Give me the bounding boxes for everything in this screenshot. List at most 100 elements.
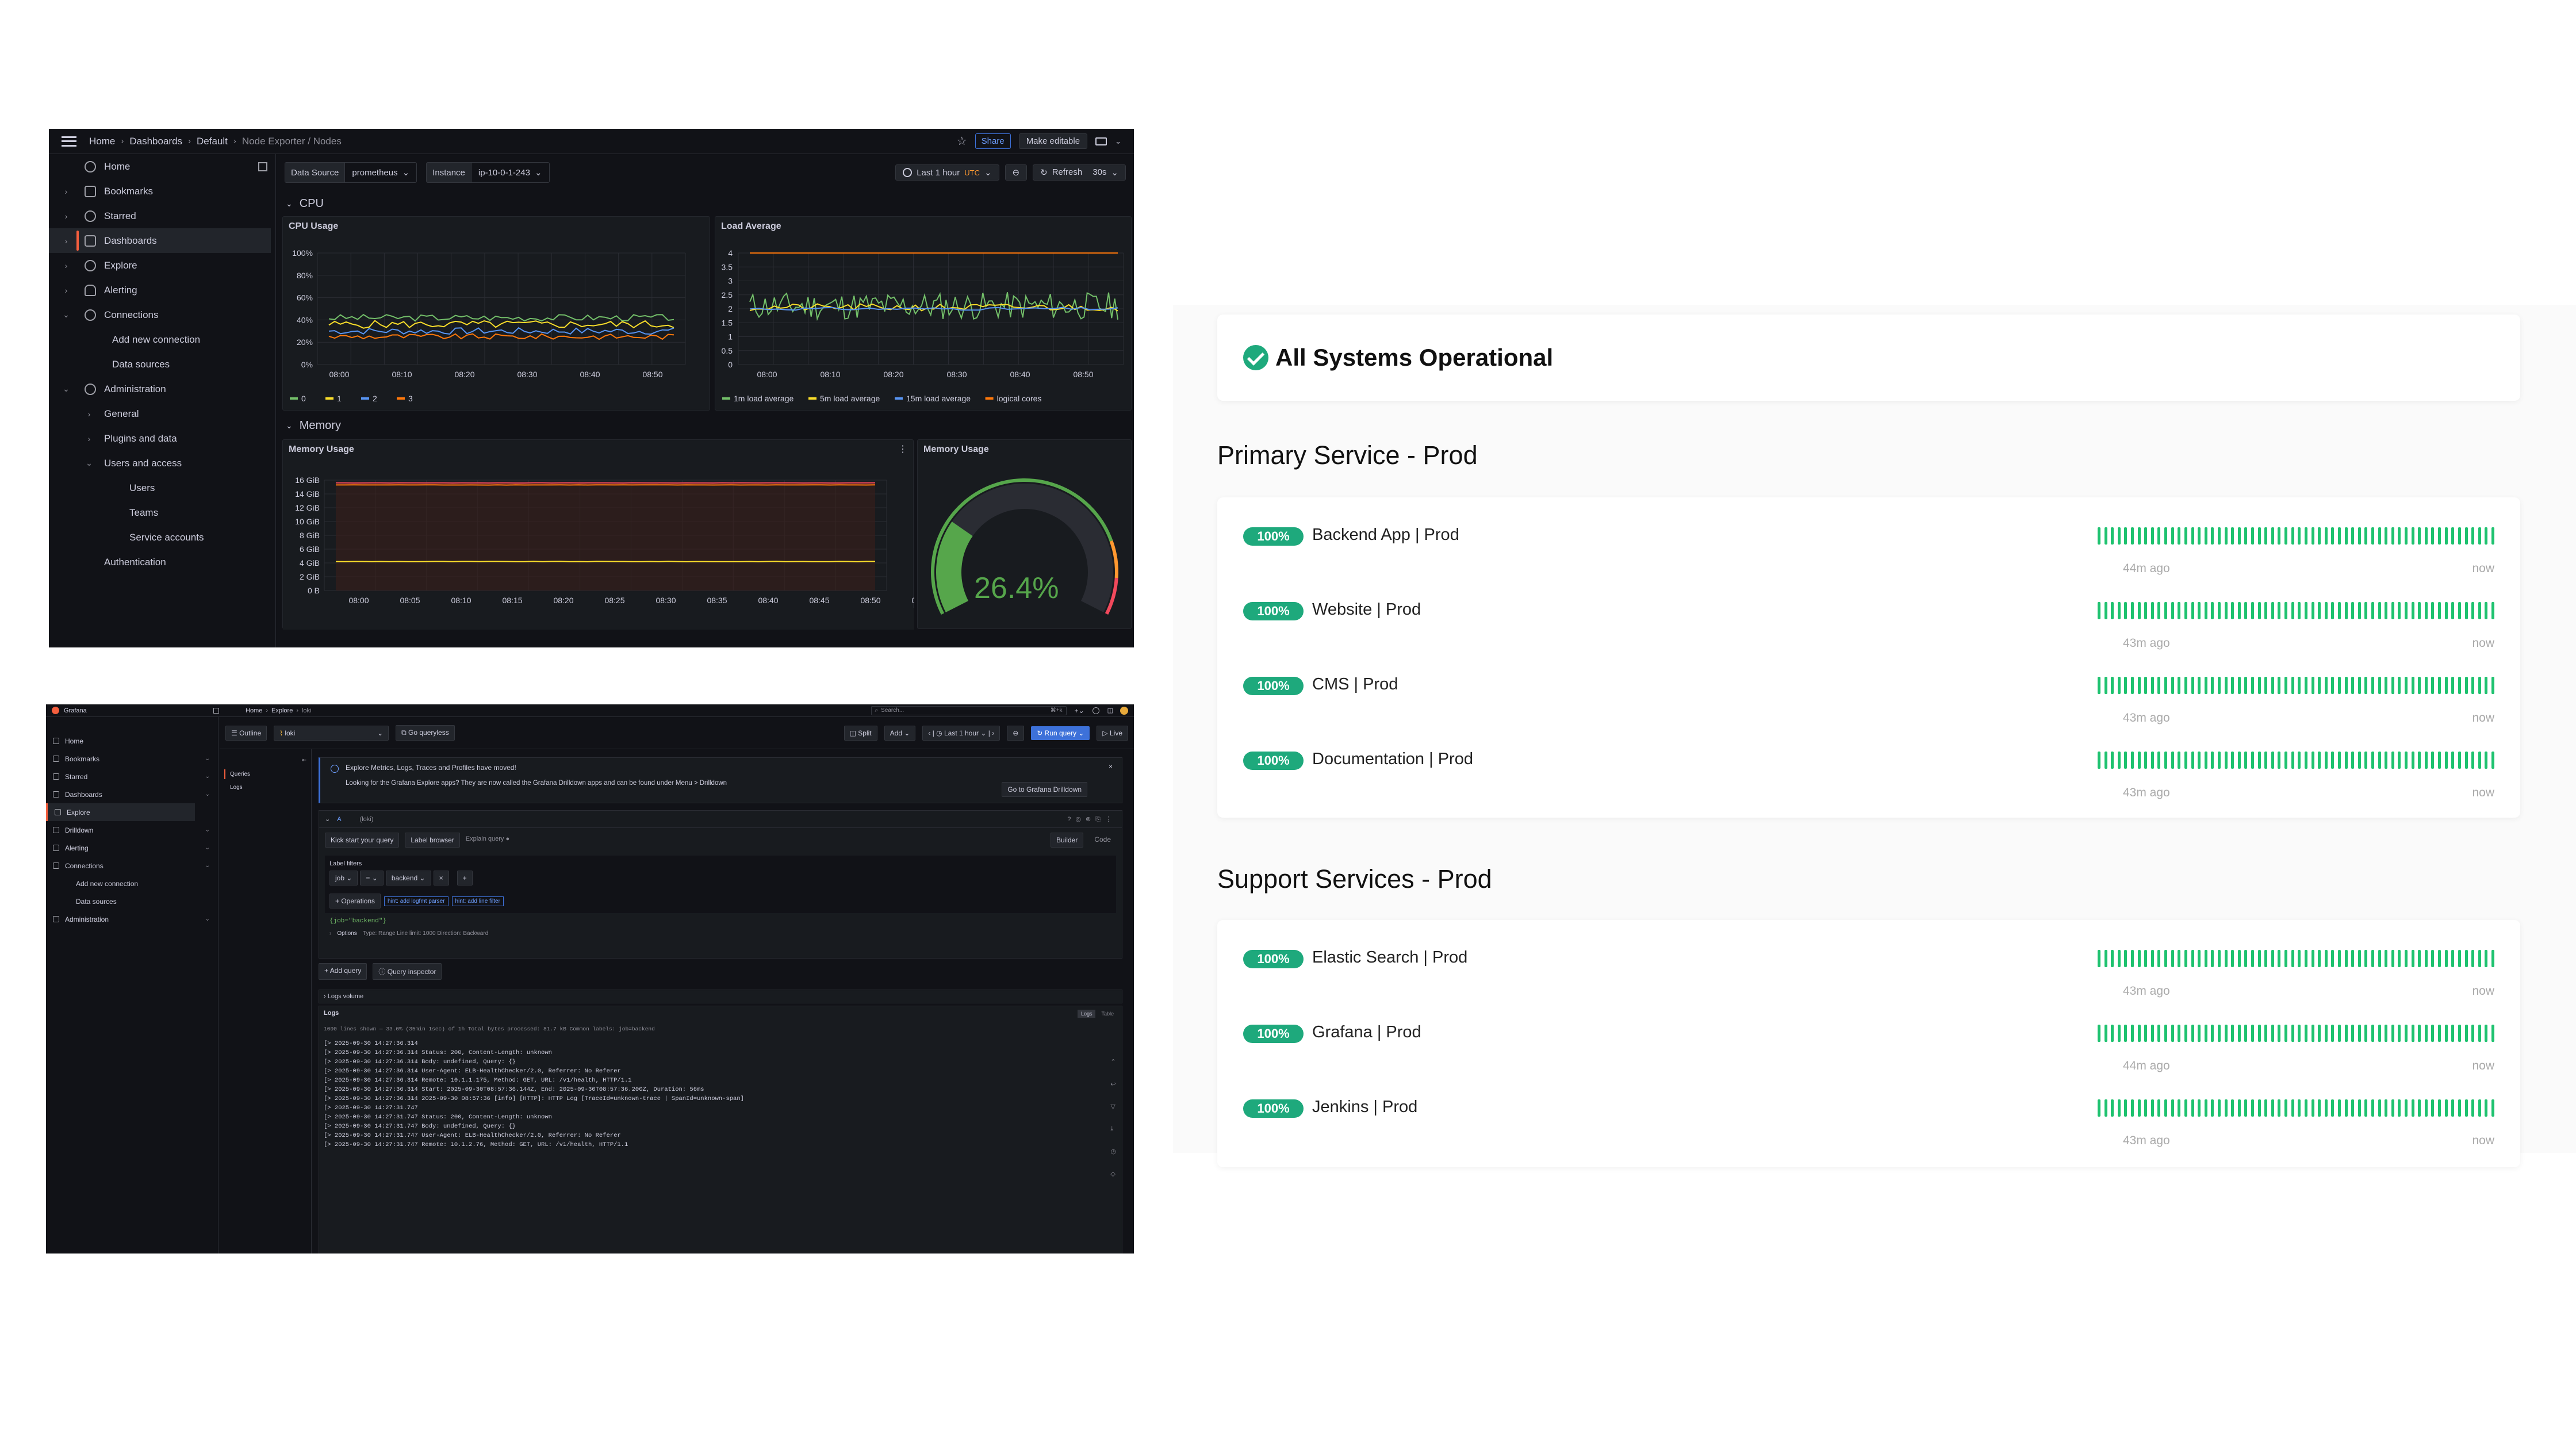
dock-menu-icon[interactable] (258, 162, 267, 171)
table-tab[interactable]: Table (1098, 1010, 1117, 1018)
uptime-bar[interactable] (2438, 752, 2441, 769)
uptime-bar[interactable] (2351, 1099, 2355, 1117)
uptime-bar[interactable] (2358, 602, 2361, 619)
uptime-bar[interactable] (2131, 1025, 2134, 1042)
uptime-bar[interactable] (2431, 1099, 2435, 1117)
go-queryless-button[interactable]: ⧉ Go queryless (396, 725, 455, 741)
uptime-bar[interactable] (2257, 752, 2261, 769)
sidebar-item-explore[interactable]: Explore (46, 803, 195, 821)
zoom-out-button[interactable]: ⊖ (1005, 164, 1028, 181)
uptime-bar[interactable] (2464, 752, 2468, 769)
query-actions[interactable]: ?◎⊚⎘⋮ (1067, 815, 1116, 823)
uptime-bar[interactable] (2424, 752, 2428, 769)
uptime-bar[interactable] (2264, 1099, 2268, 1117)
run-query-button[interactable]: ↻ Run query ⌄ (1031, 726, 1090, 740)
log-line[interactable]: [> 2025-09-30 14:27:36.314 2025-09-30 08… (324, 1095, 1117, 1105)
uptime-bar[interactable] (2117, 1099, 2121, 1117)
uptime-bar[interactable] (2251, 1099, 2255, 1117)
uptime-bar[interactable] (2444, 950, 2448, 967)
log-line[interactable]: [> 2025-09-30 14:27:31.747 User-Agent: E… (324, 1132, 1117, 1141)
uptime-bar[interactable] (2157, 527, 2161, 545)
uptime-bar[interactable] (2344, 527, 2348, 545)
sidebar-item-explore[interactable]: › Explore (49, 253, 275, 278)
uptime-bar[interactable] (2491, 527, 2494, 545)
uptime-bar[interactable] (2204, 752, 2207, 769)
uptime-bar[interactable] (2304, 677, 2307, 694)
uptime-bar[interactable] (2150, 527, 2154, 545)
log-line[interactable]: [> 2025-09-30 14:27:36.314 Status: 200, … (324, 1049, 1117, 1059)
uptime-bar[interactable] (2358, 950, 2361, 967)
uptime-bar[interactable] (2211, 1025, 2214, 1042)
uptime-bar[interactable] (2204, 1099, 2207, 1117)
live-button[interactable]: ▷ Live (1097, 725, 1128, 741)
uptime-bar[interactable] (2298, 752, 2301, 769)
uptime-bar[interactable] (2117, 950, 2121, 967)
uptime-bar[interactable] (2485, 1099, 2488, 1117)
uptime-bar[interactable] (2344, 950, 2348, 967)
uptime-bar[interactable] (2398, 527, 2401, 545)
uptime-bar[interactable] (2178, 1025, 2181, 1042)
uptime-bar[interactable] (2164, 752, 2168, 769)
row-cpu[interactable]: ⌄ CPU (277, 191, 1134, 216)
uptime-bar[interactable] (2204, 950, 2207, 967)
sidebar-item-add-new-connection[interactable]: Add new connection (46, 875, 218, 892)
logs-tab[interactable]: Logs (1077, 1010, 1096, 1018)
uptime-bar[interactable] (2491, 1099, 2494, 1117)
collapse-query-icon[interactable]: ⌄ (325, 815, 330, 823)
uptime-bar[interactable] (2231, 527, 2234, 545)
uptime-bar[interactable] (2471, 527, 2475, 545)
uptime-bar[interactable] (2198, 677, 2201, 694)
uptime-bar[interactable] (2424, 1025, 2428, 1042)
uptime-bar[interactable] (2324, 677, 2328, 694)
uptime-bar[interactable] (2491, 602, 2494, 619)
uptime-bar[interactable] (2331, 1025, 2334, 1042)
value-select[interactable]: backend ⌄ (385, 871, 431, 885)
uptime-bar[interactable] (2458, 527, 2461, 545)
uptime-bar[interactable] (2351, 1025, 2355, 1042)
uptime-bar[interactable] (2198, 1025, 2201, 1042)
uptime-bar[interactable] (2144, 677, 2148, 694)
uptime-bar[interactable] (2117, 602, 2121, 619)
uptime-bar[interactable] (2318, 1025, 2321, 1042)
uptime-bar[interactable] (2144, 602, 2148, 619)
uptime-bar[interactable] (2231, 677, 2234, 694)
make-editable-button[interactable]: Make editable (1018, 133, 1088, 149)
uptime-bar[interactable] (2157, 677, 2161, 694)
uptime-bar[interactable] (2364, 950, 2368, 967)
sidebar-item-alerting[interactable]: › Alerting (49, 278, 275, 302)
logs-volume-header[interactable]: › Logs volume (319, 990, 1122, 1003)
uptime-bar[interactable] (2491, 752, 2494, 769)
uptime-bar[interactable] (2491, 950, 2494, 967)
uptime-bar[interactable] (2144, 527, 2148, 545)
uptime-bar[interactable] (2418, 1025, 2421, 1042)
log-line[interactable]: [> 2025-09-30 14:27:36.314 Body: undefin… (324, 1059, 1117, 1068)
uptime-bar[interactable] (2251, 602, 2255, 619)
uptime-bar[interactable] (2124, 950, 2128, 967)
uptime-bar[interactable] (2364, 602, 2368, 619)
uptime-bar[interactable] (2211, 950, 2214, 967)
uptime-bar[interactable] (2337, 677, 2341, 694)
uptime-bar[interactable] (2444, 527, 2448, 545)
close-icon[interactable]: × (1109, 762, 1113, 770)
uptime-bar[interactable] (2251, 752, 2255, 769)
uptime-bar[interactable] (2358, 1025, 2361, 1042)
uptime-bar[interactable] (2184, 752, 2187, 769)
uptime-bar[interactable] (2424, 602, 2428, 619)
uptime-bar[interactable] (2358, 527, 2361, 545)
uptime-bar[interactable] (2157, 1025, 2161, 1042)
uptime-bar[interactable] (2211, 752, 2214, 769)
uptime-bar[interactable] (2298, 950, 2301, 967)
uptime-bar[interactable] (2264, 950, 2268, 967)
uptime-bar[interactable] (2278, 677, 2281, 694)
uptime-bar[interactable] (2418, 950, 2421, 967)
uptime-bar[interactable] (2458, 1099, 2461, 1117)
uptime-bar[interactable] (2385, 602, 2388, 619)
uptime-bar[interactable] (2144, 950, 2148, 967)
uptime-bar[interactable] (2244, 677, 2248, 694)
uptime-bar[interactable] (2111, 950, 2114, 967)
uptime-bar[interactable] (2164, 677, 2168, 694)
uptime-bar[interactable] (2284, 527, 2288, 545)
operations-button[interactable]: + Operations (329, 894, 381, 908)
uptime-bar[interactable] (2444, 677, 2448, 694)
uptime-bar[interactable] (2171, 1025, 2174, 1042)
